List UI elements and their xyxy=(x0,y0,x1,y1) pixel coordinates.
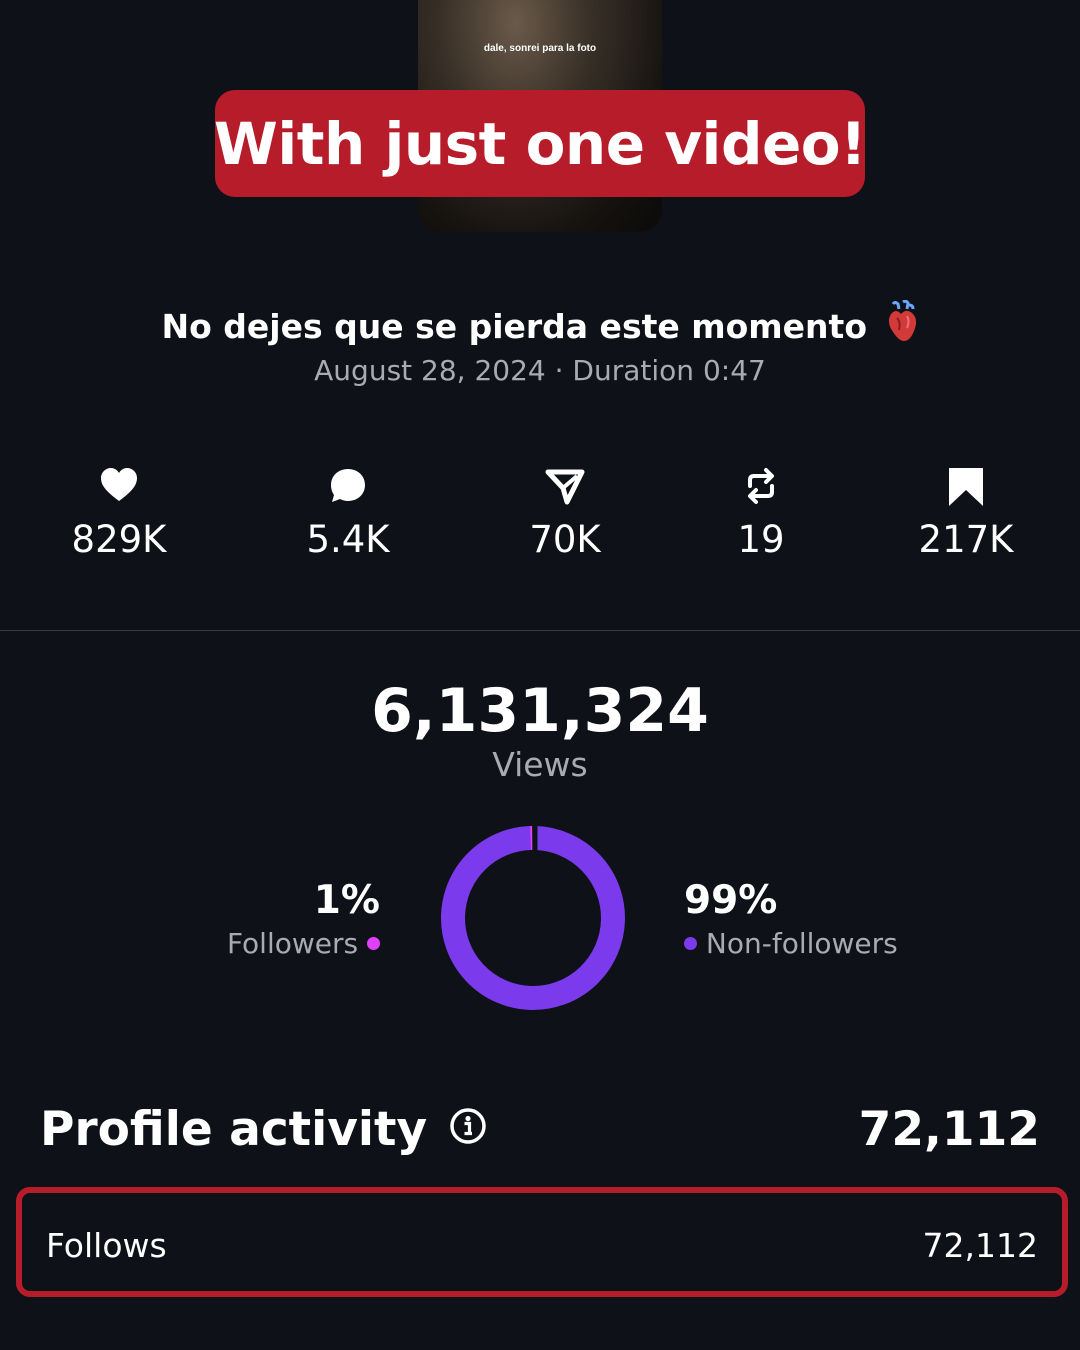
follows-row[interactable]: Follows 72,112 xyxy=(16,1187,1068,1297)
stat-shares: 70K xyxy=(465,466,665,561)
promo-banner: With just one video! xyxy=(213,90,867,197)
stat-comments: 5.4K xyxy=(248,466,448,561)
stat-reposts: 19 xyxy=(661,466,861,561)
banner-text: With just one video! xyxy=(213,109,867,178)
stat-likes: 829K xyxy=(19,466,219,561)
followers-percent: 1% xyxy=(313,878,380,923)
info-icon[interactable] xyxy=(449,1102,487,1157)
saves-count: 217K xyxy=(918,518,1014,561)
bookmark-icon xyxy=(949,468,983,506)
legend-followers: 1% Followers xyxy=(227,878,380,960)
profile-activity-header: Profile activity xyxy=(40,1102,487,1157)
views-label: Views xyxy=(492,745,588,784)
followers-label: Followers xyxy=(226,927,359,960)
comments-count: 5.4K xyxy=(306,518,390,561)
legend-non-followers: 99% Non-followers xyxy=(684,878,898,960)
reposts-count: 19 xyxy=(737,518,785,561)
follows-value: 72,112 xyxy=(922,1226,1038,1265)
non-followers-dot xyxy=(684,937,697,950)
follows-label: Follows xyxy=(46,1226,167,1265)
views-count: 6,131,324 xyxy=(371,676,709,746)
donut-segment-non-followers xyxy=(441,826,625,1010)
video-title: No dejes que se pierda este momento xyxy=(0,299,1080,350)
video-title-text: No dejes que se pierda este momento xyxy=(161,307,867,346)
section-divider xyxy=(0,630,1080,631)
profile-activity-title: Profile activity xyxy=(40,1102,428,1157)
non-followers-percent: 99% xyxy=(684,878,778,923)
non-followers-label: Non-followers xyxy=(705,927,898,960)
audience-donut-chart xyxy=(441,825,625,1010)
comment-icon xyxy=(331,469,365,502)
shares-count: 70K xyxy=(529,518,601,561)
anatomical-heart-icon xyxy=(885,299,919,350)
likes-count: 829K xyxy=(71,518,167,561)
video-analytics-screen: dale, sonrei para la foto With just one … xyxy=(0,0,1080,1350)
stat-saves: 217K xyxy=(866,466,1066,561)
profile-activity-total: 72,112 xyxy=(858,1102,1040,1157)
thumbnail-caption: dale, sonrei para la foto xyxy=(483,43,597,54)
followers-dot xyxy=(367,937,380,950)
heart-icon xyxy=(101,468,137,501)
share-icon xyxy=(545,469,585,505)
video-meta: August 28, 2024 · Duration 0:47 xyxy=(314,354,766,387)
repost-icon xyxy=(748,468,774,504)
